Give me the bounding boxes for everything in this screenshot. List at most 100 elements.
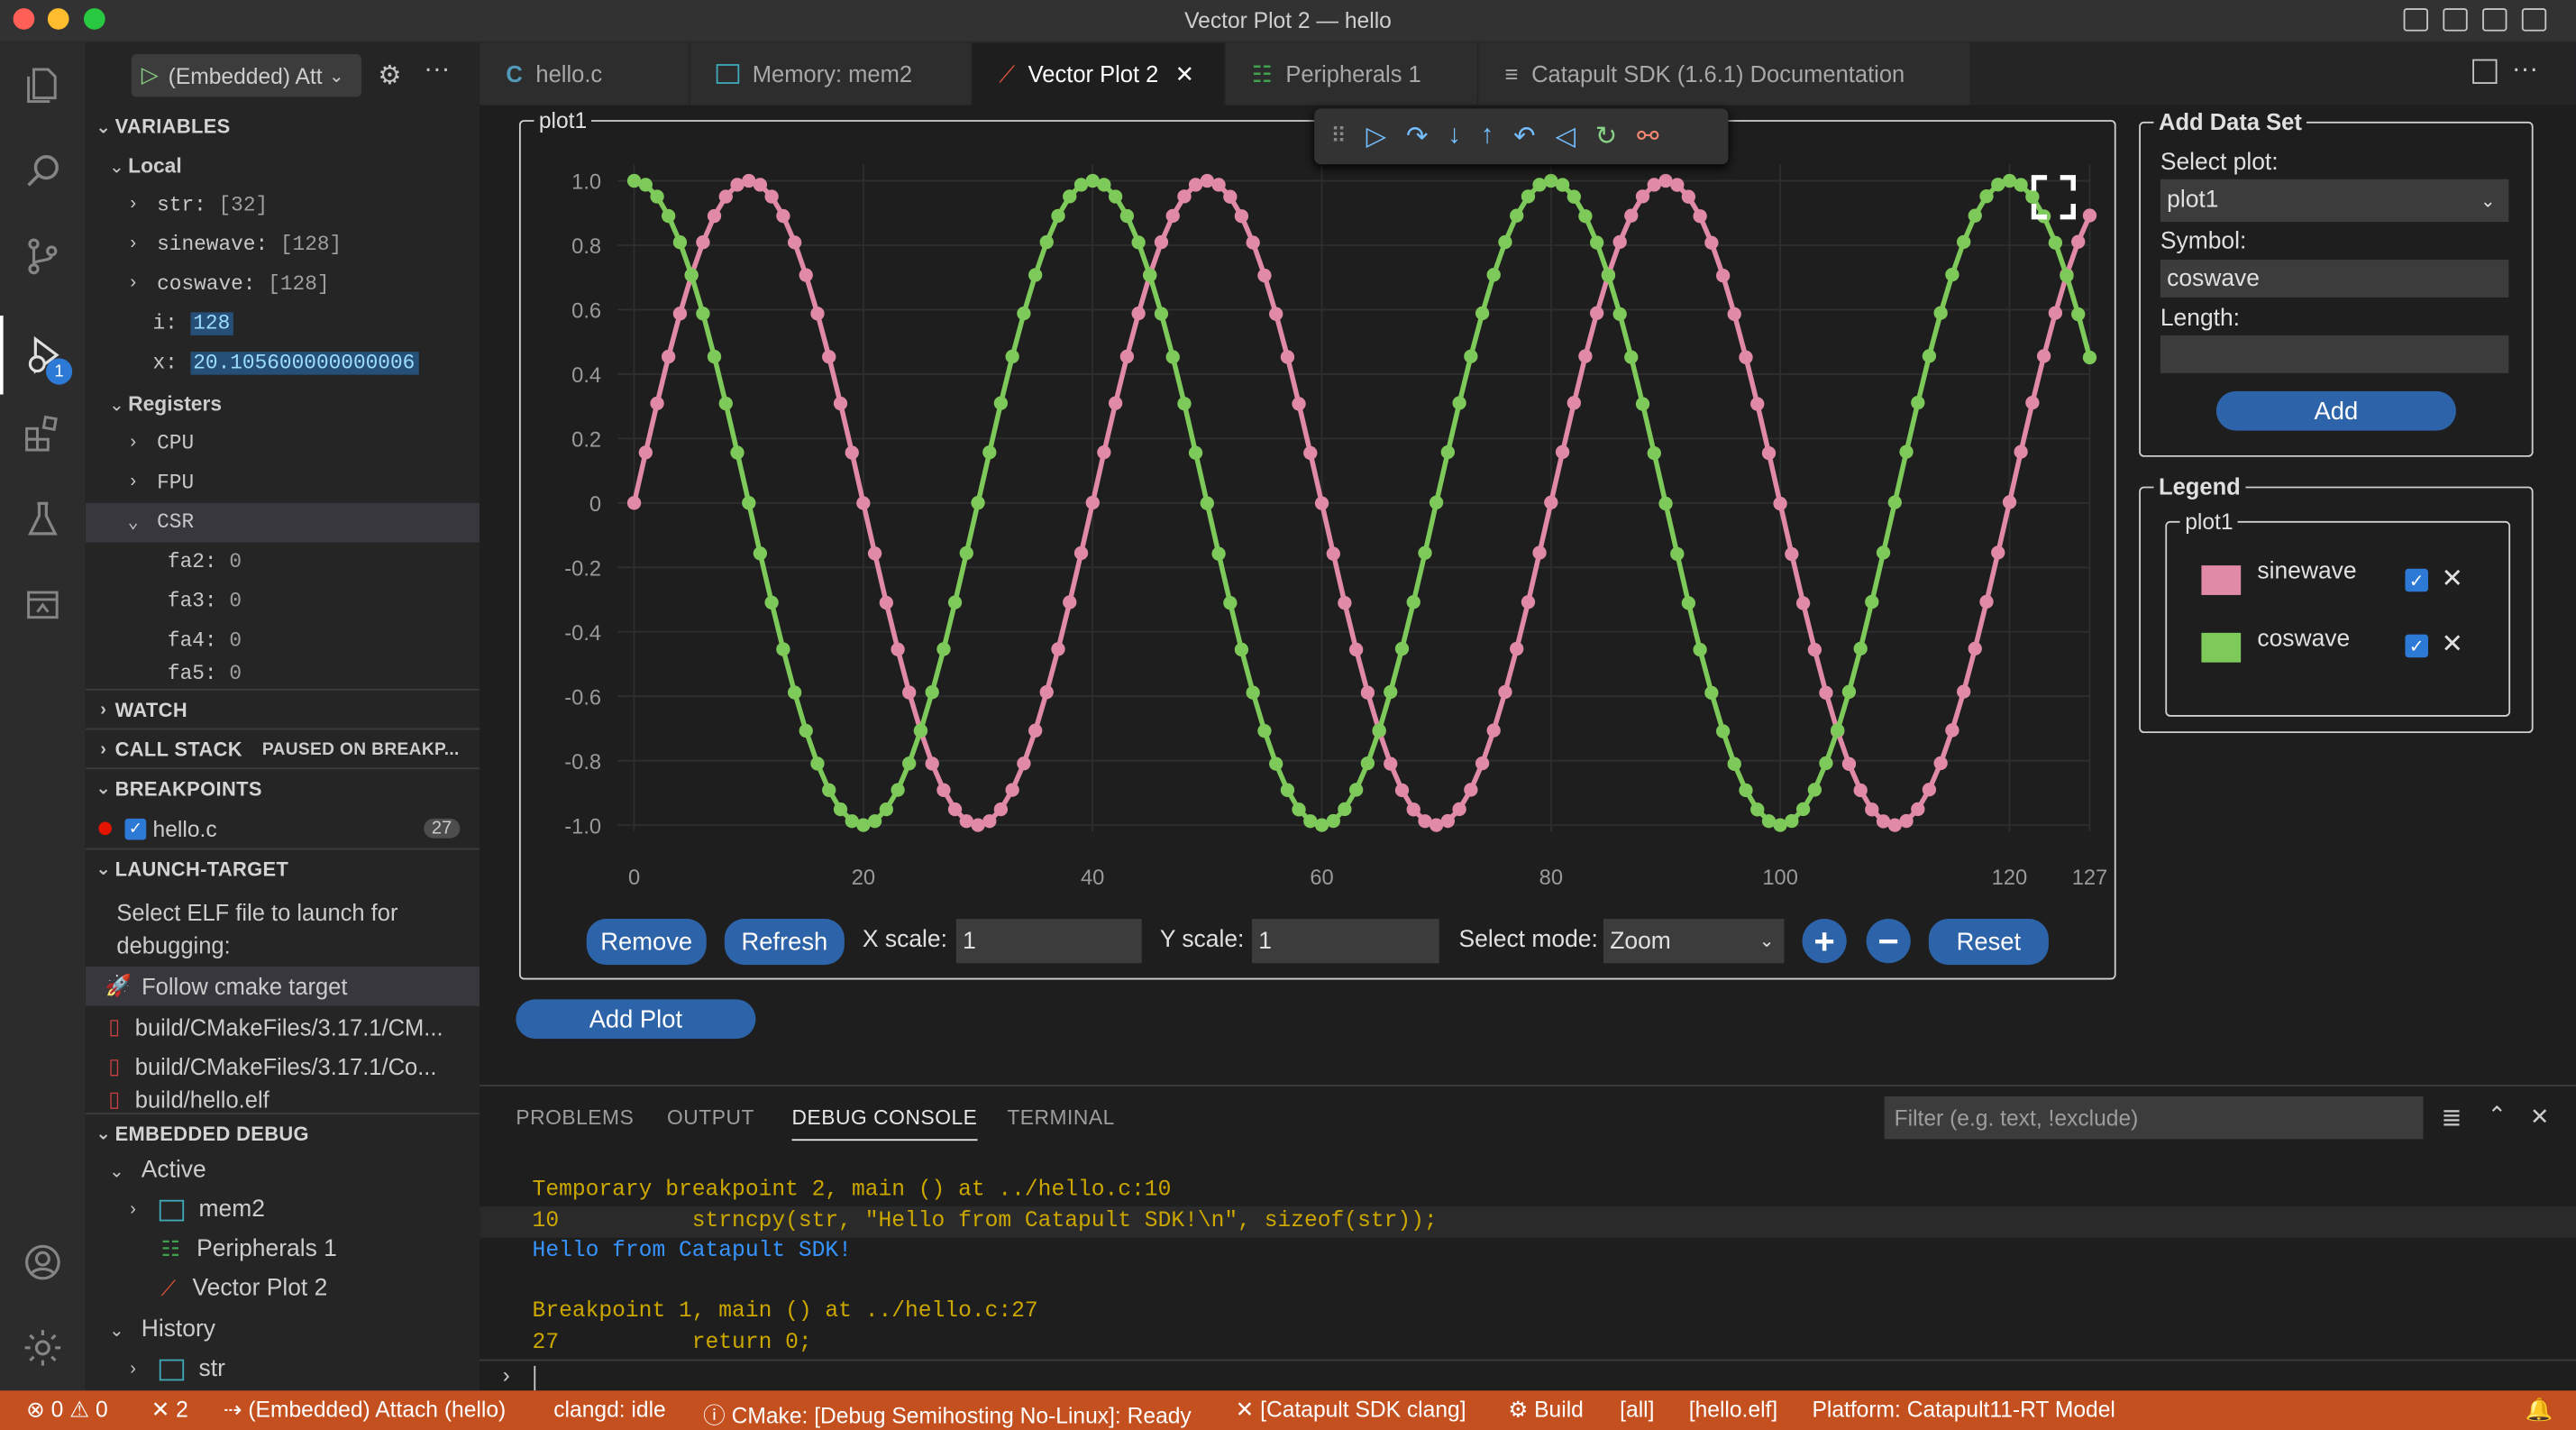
- register-group-csr[interactable]: ⌄ CSR: [85, 502, 480, 543]
- tab-terminal[interactable]: TERMINAL: [1007, 1106, 1115, 1130]
- build-button[interactable]: ⚙ Build: [1508, 1398, 1584, 1424]
- variable-x[interactable]: x: 20.105600000000006: [86, 344, 480, 383]
- source-control-icon[interactable]: [0, 217, 86, 297]
- reverse-continue-icon[interactable]: ◁: [1555, 120, 1575, 152]
- variables-header[interactable]: ⌄ VARIABLES: [86, 106, 480, 146]
- breakpoints-header[interactable]: ⌄ BREAKPOINTS: [85, 767, 480, 807]
- more-actions-icon[interactable]: ···: [2512, 56, 2538, 86]
- sinewave-visible-checkbox[interactable]: ✓: [2405, 568, 2428, 592]
- tab-output[interactable]: OUTPUT: [667, 1106, 754, 1130]
- tab-vector-plot[interactable]: ⟋ Vector Plot 2 ✕: [973, 42, 1226, 105]
- launch-item-follow-cmake[interactable]: 🚀 Follow cmake target: [85, 966, 480, 1006]
- launch-target-status[interactable]: [hello.elf]: [1689, 1398, 1778, 1422]
- refresh-button[interactable]: Refresh: [724, 919, 845, 966]
- restart-icon[interactable]: ↻: [1595, 120, 1617, 152]
- explorer-icon[interactable]: [0, 46, 86, 125]
- remove-sinewave-icon[interactable]: ✕: [2442, 562, 2463, 594]
- launch-target-header[interactable]: ⌄ LAUNCH-TARGET: [85, 848, 480, 888]
- call-stack-header[interactable]: › CALL STACK PAUSED ON BREAKP...: [85, 728, 480, 768]
- variable-str[interactable]: › str: [32]: [86, 186, 480, 225]
- extensions-icon[interactable]: [0, 395, 86, 474]
- embedded-debug-header[interactable]: ⌄ EMBEDDED DEBUG: [85, 1113, 480, 1152]
- x-scale-input[interactable]: 1: [955, 919, 1142, 964]
- kit-status[interactable]: ✕ [Catapult SDK clang]: [1236, 1398, 1466, 1424]
- tab-problems[interactable]: PROBLEMS: [516, 1106, 634, 1130]
- breakpoint-enabled-checkbox[interactable]: ✓: [124, 817, 147, 839]
- console-input[interactable]: ›: [480, 1359, 2576, 1392]
- line-chart[interactable]: 1.0 0.8 0.6 0.4 0.2 0 -0.2 -0.4 -0.6 -0.8 -1.0 0 20…: [519, 118, 2116, 907]
- start-debug-icon[interactable]: ▷: [142, 62, 159, 88]
- symbol-input[interactable]: coswave: [2160, 260, 2509, 298]
- variable-i[interactable]: i: 128: [86, 304, 480, 344]
- register-fa2[interactable]: fa2: 0: [86, 543, 480, 582]
- customize-layout-icon[interactable]: [2521, 8, 2547, 32]
- zoom-in-icon[interactable]: +: [1802, 919, 1847, 964]
- search-icon[interactable]: [0, 132, 86, 211]
- debug-settings-icon[interactable]: ⚙: [378, 60, 401, 92]
- register-group-cpu[interactable]: › CPU: [86, 424, 480, 463]
- embedded-item-vector-plot[interactable]: ⟋ Vector Plot 2: [86, 1269, 480, 1308]
- close-tab-icon[interactable]: ✕: [1175, 60, 1194, 88]
- add-button[interactable]: Add: [2215, 390, 2456, 431]
- coswave-visible-checkbox[interactable]: ✓: [2405, 634, 2428, 658]
- registers-scope[interactable]: ⌄ Registers: [86, 385, 480, 425]
- zoom-out-icon[interactable]: −: [1866, 919, 1911, 964]
- debug-session-indicator[interactable]: ⇢ (Embedded) Attach (hello): [224, 1398, 506, 1424]
- embedded-history-group[interactable]: ⌄ History: [86, 1310, 480, 1350]
- step-out-icon[interactable]: ↑: [1481, 122, 1494, 151]
- tab-memory[interactable]: Memory: mem2: [690, 42, 973, 105]
- problems-indicator[interactable]: ⊗ 0 ⚠ 0: [26, 1398, 108, 1424]
- toggle-sidebar-icon[interactable]: [2403, 8, 2428, 32]
- embedded-view-icon[interactable]: [0, 565, 86, 645]
- embedded-item-peripherals[interactable]: ☷ Peripherals 1: [86, 1230, 480, 1270]
- add-plot-button[interactable]: Add Plot: [516, 999, 756, 1040]
- breakpoint-hello-c[interactable]: ✓ hello.c 27: [86, 809, 480, 848]
- close-panel-icon[interactable]: ✕: [2530, 1103, 2549, 1131]
- select-plot-dropdown[interactable]: plot1 ⌄: [2160, 179, 2509, 223]
- embedded-item-mem2[interactable]: › mem2: [86, 1190, 480, 1230]
- register-fa5[interactable]: fa5: 0: [86, 663, 480, 689]
- fullscreen-icon[interactable]: [2031, 174, 2077, 220]
- register-fa3[interactable]: fa3: 0: [86, 582, 480, 621]
- settings-gear-icon[interactable]: [0, 1308, 86, 1388]
- step-over-icon[interactable]: ↷: [1406, 120, 1428, 152]
- accounts-icon[interactable]: [0, 1223, 86, 1302]
- launch-config-select[interactable]: ▷ (Embedded) Att ⌄: [131, 54, 361, 97]
- maximize-panel-icon[interactable]: ⌃: [2488, 1101, 2507, 1129]
- launch-item-cmakefiles-2[interactable]: ▯ build/CMakeFiles/3.17.1/Co...: [86, 1047, 480, 1086]
- embedded-active-group[interactable]: ⌄ Active: [86, 1150, 480, 1190]
- build-target[interactable]: [all]: [1620, 1398, 1654, 1422]
- tab-peripherals[interactable]: ☷ Peripherals 1: [1225, 42, 1479, 105]
- tools-indicator[interactable]: ✕ 2: [151, 1398, 188, 1424]
- console-filter-input[interactable]: Filter (e.g. text, !exclude): [1884, 1095, 2424, 1140]
- toggle-secondary-sidebar-icon[interactable]: [2482, 8, 2507, 32]
- register-group-fpu[interactable]: › FPU: [86, 463, 480, 503]
- notifications-bell-icon[interactable]: 🔔: [2525, 1398, 2553, 1424]
- more-actions-icon[interactable]: ···: [424, 56, 450, 86]
- register-fa4[interactable]: fa4: 0: [86, 621, 480, 661]
- variable-sinewave[interactable]: › sinewave: [128]: [86, 225, 480, 265]
- launch-item-cmakefiles-1[interactable]: ▯ build/CMakeFiles/3.17.1/CM...: [86, 1007, 480, 1047]
- disconnect-icon[interactable]: ⚯: [1637, 120, 1658, 152]
- continue-icon[interactable]: ▷: [1366, 120, 1386, 152]
- variable-coswave[interactable]: › coswave: [128]: [86, 265, 480, 305]
- launch-item-hello-elf[interactable]: ▯ build/hello.elf: [86, 1086, 480, 1113]
- clear-console-icon[interactable]: ≣: [2442, 1103, 2462, 1132]
- tab-documentation[interactable]: ≡ Catapult SDK (1.6.1) Documentation: [1478, 42, 1972, 105]
- remove-coswave-icon[interactable]: ✕: [2442, 628, 2463, 660]
- drag-handle-icon[interactable]: ⠿: [1330, 124, 1346, 150]
- length-input[interactable]: [2160, 335, 2509, 373]
- step-into-icon[interactable]: ↓: [1448, 122, 1461, 151]
- reset-button[interactable]: Reset: [1928, 919, 2049, 966]
- watch-header[interactable]: › WATCH: [85, 688, 480, 729]
- tab-debug-console[interactable]: DEBUG CONSOLE: [791, 1106, 978, 1141]
- platform-status[interactable]: Platform: Catapult11-RT Model: [1812, 1398, 2115, 1422]
- cmake-status[interactable]: ⓘ CMake: [Debug Semihosting No-Linux]: R…: [703, 1398, 1192, 1430]
- clangd-status[interactable]: clangd: idle: [553, 1398, 666, 1422]
- remove-button[interactable]: Remove: [586, 919, 707, 966]
- select-mode-dropdown[interactable]: Zoom ⌄: [1603, 919, 1785, 964]
- split-editor-icon[interactable]: [2472, 59, 2498, 84]
- history-item-str[interactable]: › str: [86, 1350, 480, 1389]
- run-debug-icon[interactable]: 1: [0, 316, 86, 395]
- y-scale-input[interactable]: 1: [1251, 919, 1439, 964]
